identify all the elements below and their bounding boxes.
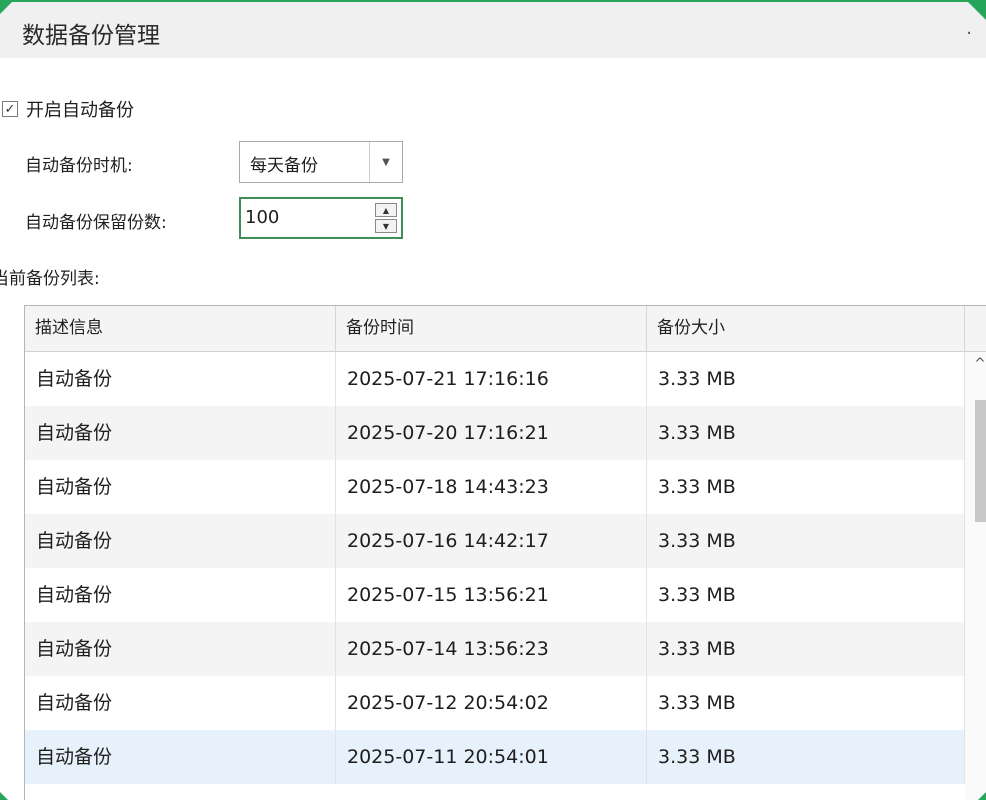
cell-backup-time: 2025-07-20 17:16:21 bbox=[336, 406, 647, 460]
increment-icon[interactable]: ▲ bbox=[375, 203, 397, 217]
cell-backup-size: 3.33 MB bbox=[647, 676, 965, 730]
cell-backup-time: 2025-07-14 13:56:23 bbox=[336, 622, 647, 676]
retention-count-value[interactable]: 100 bbox=[245, 207, 279, 228]
chevron-down-icon[interactable]: ▼ bbox=[369, 142, 402, 182]
auto-backup-label: 开启自动备份 bbox=[26, 100, 134, 121]
column-header-filler bbox=[965, 306, 986, 351]
cell-description: 自动备份 bbox=[25, 568, 336, 622]
frame-corner bbox=[0, 792, 8, 800]
table-row[interactable]: 自动备份 2025-07-21 17:16:16 3.33 MB bbox=[25, 352, 965, 406]
table-row[interactable]: 自动备份 2025-07-20 17:16:21 3.33 MB bbox=[25, 406, 965, 460]
cell-description: 自动备份 bbox=[25, 622, 336, 676]
cell-backup-size: 3.33 MB bbox=[647, 622, 965, 676]
auto-backup-checkbox[interactable]: ✓ bbox=[2, 101, 18, 117]
cell-backup-time: 2025-07-15 13:56:21 bbox=[336, 568, 647, 622]
backup-timing-label: 自动备份时机: bbox=[25, 156, 133, 176]
cell-backup-size: 3.33 MB bbox=[647, 460, 965, 514]
cell-description: 自动备份 bbox=[25, 514, 336, 568]
table-row[interactable]: 自动备份 2025-07-14 13:56:23 3.33 MB bbox=[25, 622, 965, 676]
backup-dialog: 数据备份管理 . ✓ 开启自动备份 自动备份时机: 每天备份 ▼ 自动备份保留份… bbox=[0, 0, 986, 800]
backup-list-label: 当前备份列表: bbox=[0, 269, 100, 289]
stepper-arrows: ▲ ▼ bbox=[375, 203, 397, 233]
cell-description: 自动备份 bbox=[25, 406, 336, 460]
cell-description: 自动备份 bbox=[25, 352, 336, 406]
title-bar: 数据备份管理 . bbox=[0, 0, 986, 58]
table-header: 描述信息 备份时间 备份大小 bbox=[25, 306, 986, 352]
cell-description: 自动备份 bbox=[25, 730, 336, 784]
frame-corner bbox=[966, 0, 986, 20]
auto-backup-toggle[interactable]: ✓ 开启自动备份 bbox=[0, 96, 134, 122]
window-menu-button[interactable]: . bbox=[966, 18, 972, 39]
table-row[interactable]: 自动备份 2025-07-18 14:43:23 3.33 MB bbox=[25, 460, 965, 514]
retention-count-stepper[interactable]: 100 ▲ ▼ bbox=[239, 197, 403, 239]
table-row[interactable]: 自动备份 2025-07-16 14:42:17 3.33 MB bbox=[25, 514, 965, 568]
cell-backup-size: 3.33 MB bbox=[647, 568, 965, 622]
decrement-icon[interactable]: ▼ bbox=[375, 219, 397, 233]
cell-backup-size: 3.33 MB bbox=[647, 730, 965, 784]
cell-backup-time: 2025-07-16 14:42:17 bbox=[336, 514, 647, 568]
cell-backup-time: 2025-07-12 20:54:02 bbox=[336, 676, 647, 730]
backup-list-table: 描述信息 备份时间 备份大小 自动备份 2025-07-21 17:16:16 3.… bbox=[24, 305, 986, 800]
cell-backup-size: 3.33 MB bbox=[647, 406, 965, 460]
retention-count-label: 自动备份保留份数: bbox=[25, 213, 167, 233]
scroll-up-icon[interactable]: ^ bbox=[965, 356, 986, 372]
scrollbar-thumb[interactable] bbox=[975, 400, 986, 522]
cell-backup-time: 2025-07-21 17:16:16 bbox=[336, 352, 647, 406]
column-header-backup-size[interactable]: 备份大小 bbox=[647, 306, 965, 351]
cell-description: 自动备份 bbox=[25, 676, 336, 730]
backup-timing-select[interactable]: 每天备份 ▼ bbox=[239, 141, 403, 183]
table-row[interactable]: 自动备份 2025-07-11 20:54:01 3.33 MB bbox=[25, 730, 965, 784]
vertical-scrollbar[interactable]: ^ bbox=[965, 352, 986, 800]
backup-timing-value: 每天备份 bbox=[250, 156, 318, 176]
window-title: 数据备份管理 bbox=[22, 23, 160, 49]
cell-backup-time: 2025-07-11 20:54:01 bbox=[336, 730, 647, 784]
cell-description: 自动备份 bbox=[25, 460, 336, 514]
cell-backup-size: 3.33 MB bbox=[647, 514, 965, 568]
column-header-backup-time[interactable]: 备份时间 bbox=[336, 306, 647, 351]
table-row[interactable]: 自动备份 2025-07-15 13:56:21 3.33 MB bbox=[25, 568, 965, 622]
table-row[interactable]: 自动备份 2025-07-12 20:54:02 3.33 MB bbox=[25, 676, 965, 730]
column-header-description[interactable]: 描述信息 bbox=[25, 306, 336, 351]
frame-corner bbox=[978, 792, 986, 800]
cell-backup-time: 2025-07-18 14:43:23 bbox=[336, 460, 647, 514]
cell-backup-size: 3.33 MB bbox=[647, 352, 965, 406]
frame-corner bbox=[0, 0, 14, 14]
